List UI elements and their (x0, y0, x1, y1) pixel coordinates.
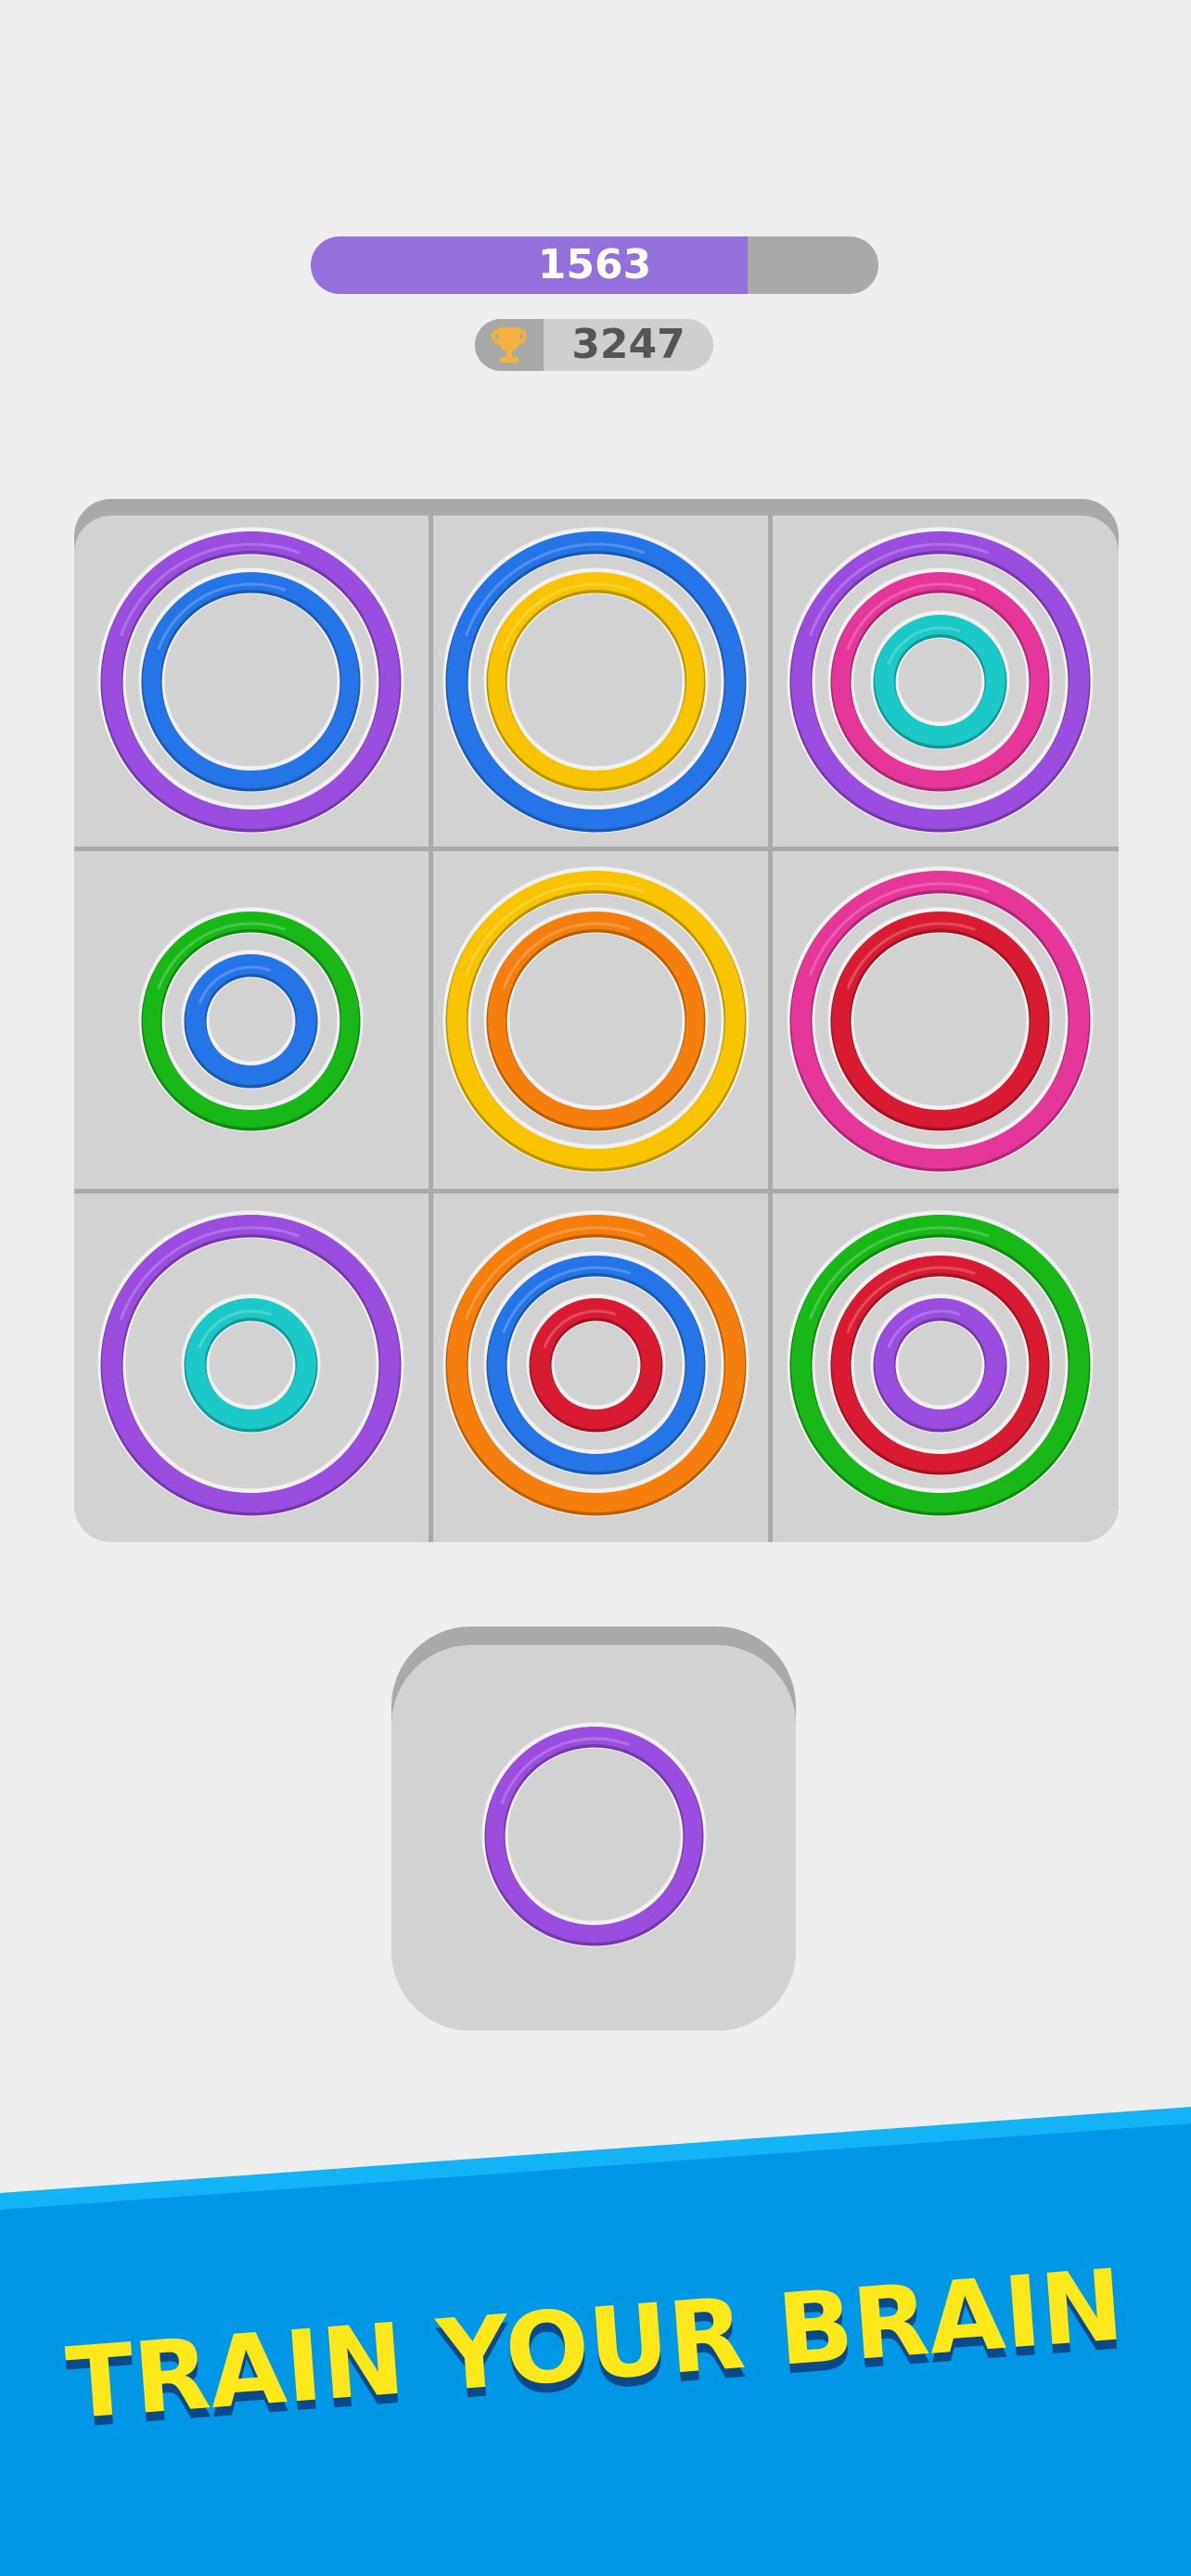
promo-banner: TRAIN YOUR BRAIN TRAIN YOUR BRAIN (0, 2107, 1191, 2576)
